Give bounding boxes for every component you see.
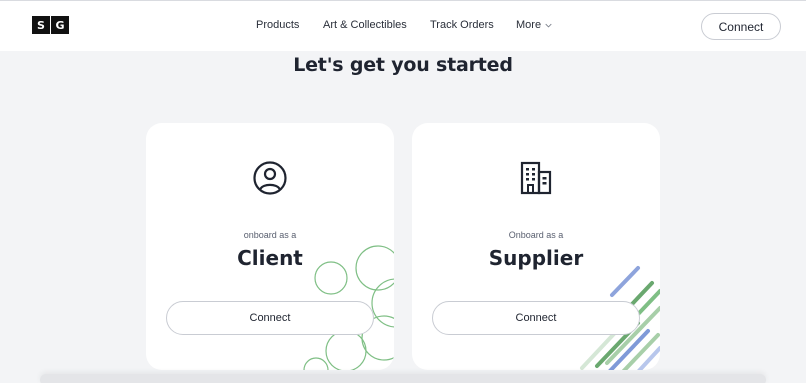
- main-nav: Products Art & Collectibles Track Orders…: [0, 19, 806, 35]
- supplier-card-title: Supplier: [488, 246, 584, 270]
- nav-item-more[interactable]: More: [516, 19, 552, 31]
- supplier-card: Onboard as a Supplier Connect: [412, 123, 660, 370]
- client-card: onboard as a Client Connect: [146, 123, 394, 370]
- nav-item-products[interactable]: Products: [256, 19, 299, 31]
- user-circle-icon: [253, 161, 287, 195]
- supplier-connect-button[interactable]: Connect: [432, 301, 640, 335]
- chevron-down-icon: [545, 23, 552, 28]
- page-title: Let's get you started: [293, 54, 513, 76]
- client-card-subtitle: onboard as a: [243, 230, 297, 240]
- nav-item-more-label: More: [516, 19, 542, 31]
- bottom-panel-edge: [40, 374, 766, 383]
- building-icon: [520, 161, 552, 195]
- nav-item-track-orders[interactable]: Track Orders: [430, 19, 494, 31]
- client-card-title: Client: [237, 246, 303, 270]
- connect-button[interactable]: Connect: [701, 13, 781, 40]
- top-navbar: S G Products Art & Collectibles Track Or…: [0, 0, 806, 51]
- nav-item-art-collectibles[interactable]: Art & Collectibles: [323, 19, 407, 31]
- supplier-card-subtitle: Onboard as a: [508, 230, 564, 240]
- client-connect-button[interactable]: Connect: [166, 301, 374, 335]
